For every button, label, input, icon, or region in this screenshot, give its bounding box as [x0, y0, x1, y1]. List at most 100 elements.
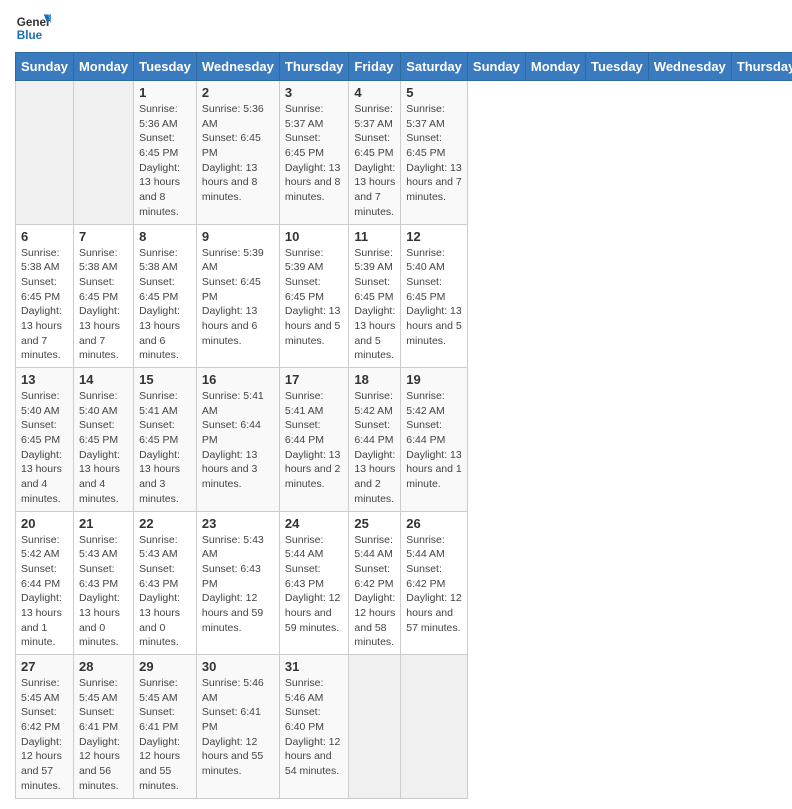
calendar-cell: 24 Sunrise: 5:44 AMSunset: 6:43 PMDayligh… [279, 511, 349, 655]
header-wednesday: Wednesday [648, 53, 731, 81]
day-number: 14 [79, 372, 128, 387]
day-info: Sunrise: 5:44 AMSunset: 6:43 PMDaylight:… [285, 533, 344, 636]
day-number: 31 [285, 659, 344, 674]
day-info: Sunrise: 5:37 AMSunset: 6:45 PMDaylight:… [285, 102, 344, 205]
day-info: Sunrise: 5:46 AMSunset: 6:41 PMDaylight:… [202, 676, 274, 779]
day-number: 24 [285, 516, 344, 531]
logo-icon: General Blue [15, 10, 51, 46]
header-monday: Monday [73, 53, 133, 81]
day-info: Sunrise: 5:43 AMSunset: 6:43 PMDaylight:… [139, 533, 191, 651]
calendar-cell: 14Sunrise: 5:40 AMSunset: 6:45 PMDayligh… [73, 368, 133, 512]
day-number: 6 [21, 229, 68, 244]
day-number: 27 [21, 659, 68, 674]
calendar-cell: 8Sunrise: 5:38 AMSunset: 6:45 PMDaylight… [134, 224, 197, 368]
calendar-cell: 18 Sunrise: 5:42 AMSunset: 6:44 PMDayligh… [349, 368, 401, 512]
day-info: Sunrise: 5:39 AMSunset: 6:45 PMDaylight:… [285, 246, 344, 349]
day-number: 11 [354, 229, 395, 244]
svg-text:Blue: Blue [17, 29, 43, 42]
calendar-cell: 13 Sunrise: 5:40 AMSunset: 6:45 PMDayligh… [16, 368, 74, 512]
calendar-cell: 22Sunrise: 5:43 AMSunset: 6:43 PMDayligh… [134, 511, 197, 655]
calendar-cell [401, 655, 468, 799]
header-friday: Friday [349, 53, 401, 81]
day-info: Sunrise: 5:39 AMSunset: 6:45 PMDaylight:… [202, 246, 274, 349]
day-info: Sunrise: 5:38 AMSunset: 6:45 PMDaylight:… [21, 246, 68, 364]
day-info: Sunrise: 5:41 AMSunset: 6:44 PMDaylight:… [285, 389, 344, 492]
day-number: 23 [202, 516, 274, 531]
day-number: 21 [79, 516, 128, 531]
day-number: 9 [202, 229, 274, 244]
day-info: Sunrise: 5:42 AMSunset: 6:44 PMDaylight:… [21, 533, 68, 651]
calendar-cell: 11 Sunrise: 5:39 AMSunset: 6:45 PMDayligh… [349, 224, 401, 368]
day-number: 19 [406, 372, 462, 387]
calendar-week-row: 27 Sunrise: 5:45 AMSunset: 6:42 PMDayligh… [16, 655, 792, 799]
header-monday: Monday [525, 53, 585, 81]
day-info: Sunrise: 5:38 AMSunset: 6:45 PMDaylight:… [79, 246, 128, 364]
calendar-cell: 29 Sunrise: 5:45 AMSunset: 6:41 PMDayligh… [134, 655, 197, 799]
calendar-cell: 31 Sunrise: 5:46 AMSunset: 6:40 PMDayligh… [279, 655, 349, 799]
day-number: 8 [139, 229, 191, 244]
day-info: Sunrise: 5:37 AMSunset: 6:45 PMDaylight:… [354, 102, 395, 220]
calendar-cell: 9 Sunrise: 5:39 AMSunset: 6:45 PMDaylight… [196, 224, 279, 368]
calendar-cell: 23 Sunrise: 5:43 AMSunset: 6:43 PMDayligh… [196, 511, 279, 655]
calendar-cell [16, 81, 74, 225]
header-sunday: Sunday [467, 53, 525, 81]
day-info: Sunrise: 5:45 AMSunset: 6:41 PMDaylight:… [79, 676, 128, 794]
day-number: 13 [21, 372, 68, 387]
calendar-cell: 19 Sunrise: 5:42 AMSunset: 6:44 PMDayligh… [401, 368, 468, 512]
calendar-cell: 2 Sunrise: 5:36 AMSunset: 6:45 PMDaylight… [196, 81, 279, 225]
day-info: Sunrise: 5:41 AMSunset: 6:45 PMDaylight:… [139, 389, 191, 507]
calendar-cell: 25Sunrise: 5:44 AMSunset: 6:42 PMDayligh… [349, 511, 401, 655]
day-info: Sunrise: 5:36 AMSunset: 6:45 PMDaylight:… [139, 102, 191, 220]
day-info: Sunrise: 5:39 AMSunset: 6:45 PMDaylight:… [354, 246, 395, 364]
calendar-cell: 5 Sunrise: 5:37 AMSunset: 6:45 PMDaylight… [401, 81, 468, 225]
calendar-week-row: 1 Sunrise: 5:36 AMSunset: 6:45 PMDaylight… [16, 81, 792, 225]
day-number: 28 [79, 659, 128, 674]
page-header: General Blue [15, 10, 777, 46]
calendar-cell: 21Sunrise: 5:43 AMSunset: 6:43 PMDayligh… [73, 511, 133, 655]
day-info: Sunrise: 5:40 AMSunset: 6:45 PMDaylight:… [21, 389, 68, 507]
header-saturday: Saturday [401, 53, 468, 81]
calendar-cell: 4 Sunrise: 5:37 AMSunset: 6:45 PMDaylight… [349, 81, 401, 225]
day-number: 25 [354, 516, 395, 531]
day-info: Sunrise: 5:37 AMSunset: 6:45 PMDaylight:… [406, 102, 462, 205]
calendar-cell: 16Sunrise: 5:41 AMSunset: 6:44 PMDayligh… [196, 368, 279, 512]
calendar-header-row: SundayMondayTuesdayWednesdayThursdayFrid… [16, 53, 792, 81]
header-sunday: Sunday [16, 53, 74, 81]
day-number: 5 [406, 85, 462, 100]
day-number: 18 [354, 372, 395, 387]
day-info: Sunrise: 5:45 AMSunset: 6:42 PMDaylight:… [21, 676, 68, 794]
day-number: 17 [285, 372, 344, 387]
logo: General Blue [15, 10, 51, 46]
day-number: 29 [139, 659, 191, 674]
day-info: Sunrise: 5:46 AMSunset: 6:40 PMDaylight:… [285, 676, 344, 779]
calendar-cell: 26 Sunrise: 5:44 AMSunset: 6:42 PMDayligh… [401, 511, 468, 655]
day-info: Sunrise: 5:42 AMSunset: 6:44 PMDaylight:… [354, 389, 395, 507]
day-info: Sunrise: 5:42 AMSunset: 6:44 PMDaylight:… [406, 389, 462, 492]
day-number: 4 [354, 85, 395, 100]
calendar-cell: 27 Sunrise: 5:45 AMSunset: 6:42 PMDayligh… [16, 655, 74, 799]
day-number: 16 [202, 372, 274, 387]
calendar-cell: 6 Sunrise: 5:38 AMSunset: 6:45 PMDaylight… [16, 224, 74, 368]
day-number: 12 [406, 229, 462, 244]
header-wednesday: Wednesday [196, 53, 279, 81]
calendar-cell: 1 Sunrise: 5:36 AMSunset: 6:45 PMDaylight… [134, 81, 197, 225]
calendar-cell: 3Sunrise: 5:37 AMSunset: 6:45 PMDaylight… [279, 81, 349, 225]
header-thursday: Thursday [279, 53, 349, 81]
day-info: Sunrise: 5:43 AMSunset: 6:43 PMDaylight:… [202, 533, 274, 636]
day-info: Sunrise: 5:44 AMSunset: 6:42 PMDaylight:… [406, 533, 462, 636]
calendar-cell: 12Sunrise: 5:40 AMSunset: 6:45 PMDayligh… [401, 224, 468, 368]
calendar-cell: 28 Sunrise: 5:45 AMSunset: 6:41 PMDayligh… [73, 655, 133, 799]
calendar-table: SundayMondayTuesdayWednesdayThursdayFrid… [15, 52, 792, 799]
day-number: 30 [202, 659, 274, 674]
calendar-week-row: 13 Sunrise: 5:40 AMSunset: 6:45 PMDayligh… [16, 368, 792, 512]
day-number: 10 [285, 229, 344, 244]
day-info: Sunrise: 5:45 AMSunset: 6:41 PMDaylight:… [139, 676, 191, 794]
day-info: Sunrise: 5:36 AMSunset: 6:45 PMDaylight:… [202, 102, 274, 205]
day-number: 7 [79, 229, 128, 244]
day-number: 1 [139, 85, 191, 100]
day-number: 26 [406, 516, 462, 531]
calendar-week-row: 20Sunrise: 5:42 AMSunset: 6:44 PMDayligh… [16, 511, 792, 655]
calendar-cell: 15Sunrise: 5:41 AMSunset: 6:45 PMDayligh… [134, 368, 197, 512]
day-number: 2 [202, 85, 274, 100]
calendar-cell [349, 655, 401, 799]
